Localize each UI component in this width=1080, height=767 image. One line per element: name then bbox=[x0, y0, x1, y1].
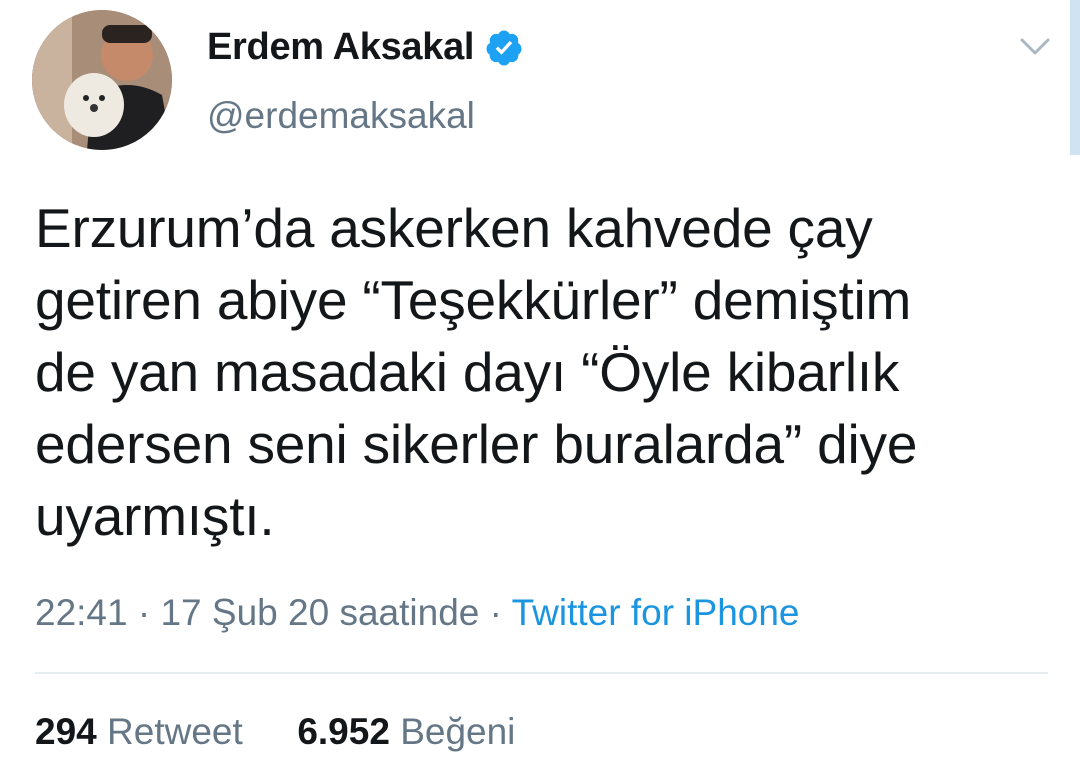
likes-count: 6.952 bbox=[297, 711, 390, 752]
likes-label: Beğeni bbox=[400, 711, 516, 752]
tweet-date[interactable]: 17 Şub 20 saatinde bbox=[160, 592, 479, 633]
retweets-label: Retweet bbox=[107, 711, 243, 752]
tweet-source-link[interactable]: Twitter for iPhone bbox=[512, 592, 800, 633]
tweet-stats: 294 Retweet 6.952 Beğeni bbox=[35, 711, 515, 753]
author-name-row: Erdem Aksakal bbox=[207, 26, 524, 69]
likes-stat[interactable]: 6.952 Beğeni bbox=[287, 711, 515, 752]
avatar[interactable] bbox=[32, 10, 172, 150]
tweet-meta: 22:41 · 17 Şub 20 saatinde · Twitter for… bbox=[35, 592, 800, 634]
scrollbar[interactable] bbox=[1070, 0, 1080, 155]
verified-badge-icon bbox=[486, 30, 522, 65]
retweets-count: 294 bbox=[35, 711, 97, 752]
tweet-card: Erdem Aksakal @erdemaksakal Erzurum’da a… bbox=[0, 0, 1080, 767]
chevron-down-icon[interactable] bbox=[1018, 35, 1052, 59]
meta-separator: · bbox=[489, 592, 502, 633]
display-name[interactable]: Erdem Aksakal bbox=[207, 26, 474, 69]
tweet-time[interactable]: 22:41 bbox=[35, 592, 128, 633]
author-handle[interactable]: @erdemaksakal bbox=[207, 95, 475, 137]
divider bbox=[35, 672, 1048, 674]
meta-separator: · bbox=[137, 592, 151, 633]
tweet-text: Erzurum’da askerken kahvede çay getiren … bbox=[35, 197, 918, 547]
retweets-stat[interactable]: 294 Retweet bbox=[35, 711, 253, 752]
